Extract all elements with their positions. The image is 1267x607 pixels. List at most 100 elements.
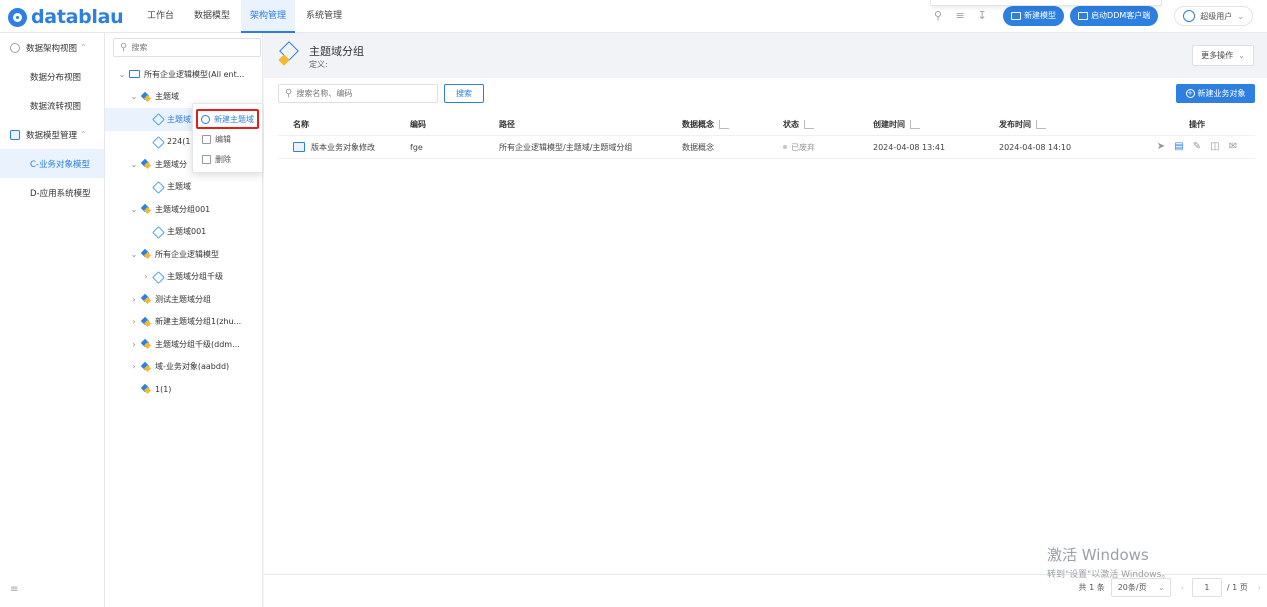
sidebar-item-architecture-view[interactable]: 数据架构视图 ⌃ [0,33,104,62]
sidebar-item-flow-view[interactable]: 数据流转视图 [0,91,104,120]
cell-concept: 数据概念 [682,142,714,152]
chevron-right-icon[interactable]: › [129,362,139,371]
logo[interactable]: datablau [8,5,124,29]
chevron-right-icon[interactable]: › [129,340,139,349]
status-dot [783,145,787,149]
filter-icon[interactable] [719,119,729,129]
domain-icon [153,137,163,147]
menu-item-delete[interactable]: 删除 [196,149,259,169]
sidebar-item-distribution-view[interactable]: 数据分布视图 [0,62,104,91]
page-size-select[interactable]: 20条/页 ⌄ [1110,578,1171,597]
next-page-icon[interactable]: › [1258,583,1261,592]
search-input[interactable] [296,89,427,98]
pagination: 共 1 条 20条/页 ⌄ ‹ 1 / 1 页 › [1079,578,1261,597]
domain-group-icon [278,41,300,66]
nav-workbench[interactable]: 工作台 [138,0,183,33]
model-icon [10,129,20,140]
tree-node[interactable]: › 主题域分组千级 [105,266,263,289]
menu-item-edit[interactable]: 编辑 [196,129,259,149]
windows-activation-watermark: 激活 Windows 转到"设置"以激活 Windows。 [1047,546,1171,580]
new-model-icon [1011,12,1022,20]
prev-page-icon[interactable]: ‹ [1181,583,1184,592]
tree-node[interactable]: 主题域 [105,176,263,199]
cell-code: fge [410,142,423,152]
col-status: 状态 [783,119,873,130]
logo-text: datablau [31,6,124,28]
tree-node[interactable]: ⌄ 所有企业逻辑模型(All ent... [105,63,263,86]
tree-node[interactable]: 1(1) [105,378,263,401]
search-icon: ⚲ [120,42,128,53]
col-path: 路径 [499,119,515,129]
chevron-right-icon[interactable]: › [129,317,139,326]
chevron-right-icon[interactable]: › [141,272,151,281]
filter-icon[interactable] [804,119,814,129]
delete-icon[interactable]: ◫ [1210,142,1220,152]
launch-ddm-button[interactable]: 启动DDM客户端 [1070,6,1159,26]
search-icon[interactable]: ⚲ [931,9,945,23]
domain-icon [153,114,163,124]
layers-icon[interactable]: ≡ [953,9,967,23]
folder-icon [129,70,140,79]
business-object-icon [293,142,305,152]
tree-node[interactable]: › 新建主题域分组1(zhu... [105,311,263,334]
page-input[interactable]: 1 [1191,578,1222,597]
chevron-right-icon[interactable]: › [129,295,139,304]
more-ops-button[interactable]: 更多操作 ⌄ [1192,45,1254,66]
table-header: 名称 编码 路径 数据概念 状态 创建时间 发布时间 操作 [278,113,1255,135]
total-count: 共 1 条 [1078,583,1105,592]
sidebar-item-business-object-model[interactable]: C-业务对象模型 [0,149,104,178]
nav-data-model[interactable]: 数据模型 [185,0,239,33]
search-button[interactable]: 搜索 [444,84,484,103]
search-field[interactable]: ⚲ [278,84,438,103]
download-icon[interactable]: ↧ [975,9,989,23]
avatar-icon [1183,10,1196,22]
col-name: 名称 [293,119,309,129]
sidebar-item-model-management[interactable]: 数据模型管理 ⌃ [0,120,104,149]
new-model-button[interactable]: 新建模型 [1003,6,1065,26]
trash-icon [202,154,211,164]
tree-node[interactable]: ⌄ 所有企业逻辑模型 [105,243,263,266]
sidebar-item-app-system-model[interactable]: D-应用系统模型 [0,178,104,207]
chevron-down-icon[interactable]: ⌄ [117,70,127,79]
domain-group-icon [141,317,151,327]
nav-architecture[interactable]: 架构管理 [241,0,296,33]
tree-search-field[interactable]: ⚲ [113,38,261,57]
col-ops: 操作 [1189,119,1205,129]
tree-node[interactable]: › 主题域分组千级(ddm... [105,333,263,356]
new-business-object-button[interactable]: + 新建业务对象 [1176,84,1255,103]
send-icon[interactable]: ➤ [1156,142,1166,152]
menu-item-new-domain[interactable]: 新建主题域 [196,109,259,129]
search-icon: ⚲ [285,88,293,99]
table-row[interactable]: 版本业务对象修改 fge 所有企业逻辑模型/主题域/主题域分组 数据概念 已废弃… [278,135,1255,159]
user-menu[interactable]: 超级用户 ⌄ [1174,6,1253,26]
view-icon[interactable]: ▤ [1174,142,1184,152]
chevron-down-icon: ⌄ [1238,51,1245,60]
domain-group-icon [141,384,151,394]
edit-icon[interactable]: ✎ [1192,142,1202,152]
mail-icon[interactable]: ✉ [1228,142,1238,152]
filter-icon[interactable] [1036,119,1046,129]
tree-node[interactable]: ⌄ 主题域分组001 [105,198,263,221]
plus-circle-icon [201,114,210,124]
chevron-down-icon[interactable]: ⌄ [129,250,139,259]
menu-collapse-icon[interactable]: ≡ [10,584,18,595]
filter-icon[interactable] [910,119,920,129]
logo-icon [8,7,27,27]
domain-group-icon [141,204,151,214]
chevron-down-icon: ⌄ [1237,11,1244,21]
nav-system[interactable]: 系统管理 [297,0,351,33]
col-published: 发布时间 [999,119,1139,130]
tree-search-input[interactable] [131,43,242,52]
tree-node[interactable]: 主题域001 [105,221,263,244]
tree-node[interactable]: › 测试主题域分组 [105,288,263,311]
data-table: 名称 编码 路径 数据概念 状态 创建时间 发布时间 操作 版本业务对象修改 f… [278,113,1255,159]
page-title: 主题域分组 [309,45,364,58]
chevron-down-icon[interactable]: ⌄ [129,205,139,214]
chevron-down-icon[interactable]: ⌄ [129,92,139,101]
cell-name[interactable]: 版本业务对象修改 [311,142,375,153]
chevron-down-icon: ⌄ [1158,583,1165,592]
col-concept: 数据概念 [682,119,783,130]
tree-node[interactable]: › 域-业务对象(aabdd) [105,356,263,379]
chevron-down-icon[interactable]: ⌄ [129,160,139,169]
domain-group-icon [141,294,151,304]
